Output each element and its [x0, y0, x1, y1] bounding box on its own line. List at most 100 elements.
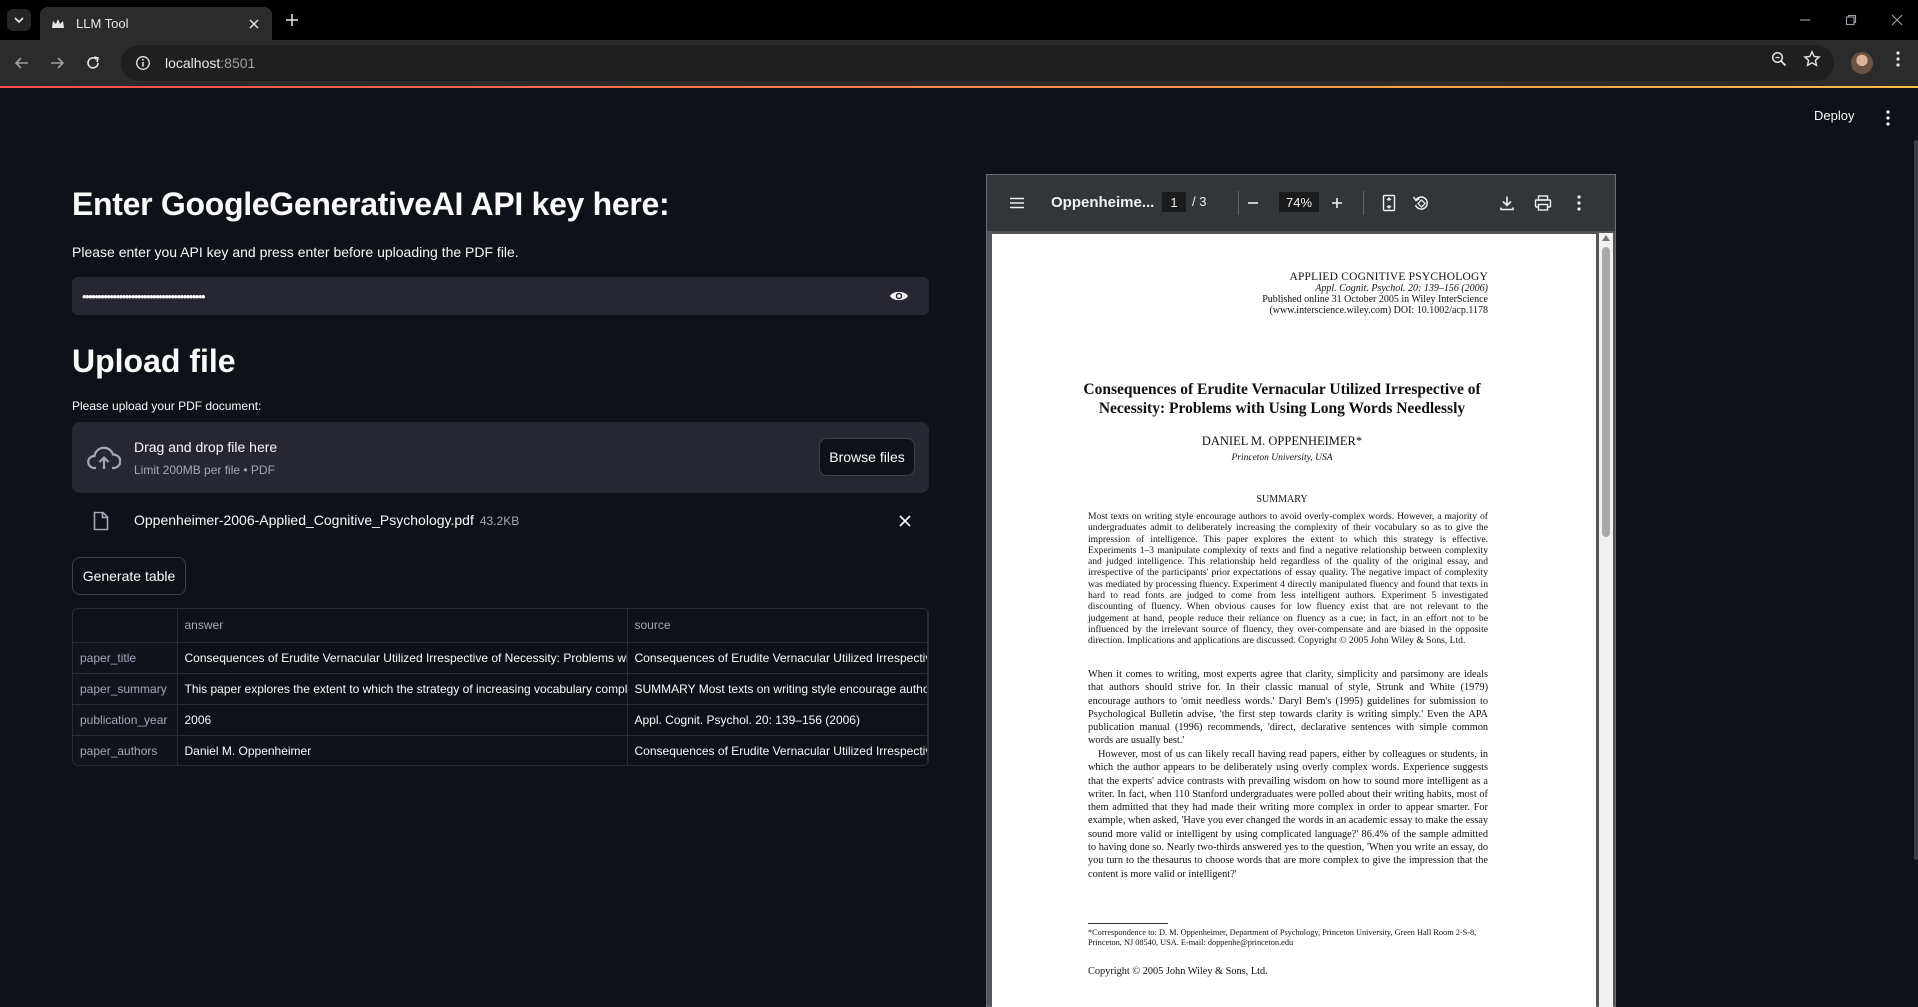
- zoom-magnifier-icon[interactable]: [1769, 49, 1789, 69]
- restore-icon[interactable]: [1841, 10, 1861, 30]
- answer-cell[interactable]: 2006: [177, 704, 628, 736]
- print-icon[interactable]: [1533, 193, 1553, 213]
- address-bar[interactable]: localhost:8501: [121, 45, 1834, 81]
- upload-heading: Upload file: [72, 343, 236, 379]
- copyright-line: Copyright © 2005 John Wiley & Sons, Ltd.: [1088, 966, 1268, 977]
- publication-note: Published online 31 October 2005 in Wile…: [1262, 294, 1488, 305]
- pdf-viewer: Oppenheime... 1 / 3 74% APPLIED COGNITIV…: [986, 174, 1616, 1007]
- scroll-up-arrow-icon[interactable]: [1602, 235, 1610, 241]
- column-header-answer[interactable]: answer: [177, 609, 628, 643]
- doi-line: (www.interscience.wiley.com) DOI: 10.100…: [1269, 305, 1488, 316]
- remove-file-close-icon[interactable]: [897, 513, 913, 529]
- cloud-upload-icon: [86, 442, 122, 474]
- correspondence-footnote: *Correspondence to: D. M. Oppenheimer, D…: [1088, 928, 1477, 947]
- dropzone-limit: Limit 200MB per file • PDF: [134, 463, 275, 477]
- app-accent-bar: [0, 86, 1918, 88]
- uploaded-file-row: Oppenheimer-2006-Applied_Cognitive_Psych…: [72, 506, 929, 536]
- browse-files-button[interactable]: Browse files: [819, 438, 915, 476]
- toolbar-divider: [1238, 191, 1239, 215]
- paper-title: Consequences of Erudite Vernacular Utili…: [1083, 381, 1481, 417]
- row-key[interactable]: publication_year: [73, 704, 178, 736]
- site-info-icon[interactable]: [135, 55, 151, 71]
- browser-tab-active[interactable]: LLM Tool: [40, 7, 272, 40]
- journal-header: APPLIED COGNITIVE PSYCHOLOGY Appl. Cogni…: [1262, 271, 1488, 316]
- pdf-more-options-icon[interactable]: [1569, 193, 1589, 213]
- summary-text: Most texts on writing style encourage au…: [1088, 511, 1488, 647]
- tab-close-icon[interactable]: [246, 16, 262, 32]
- answer-cell[interactable]: This paper explores the extent to which …: [177, 673, 628, 705]
- dropzone-title: Drag and drop file here: [134, 439, 278, 455]
- source-cell[interactable]: SUMMARY Most texts on writing style enco…: [627, 673, 928, 705]
- file-icon: [92, 510, 110, 532]
- streamlit-crown-icon: [50, 16, 66, 32]
- app-menu-kebab-icon[interactable]: [1880, 108, 1896, 128]
- download-icon[interactable]: [1497, 193, 1517, 213]
- journal-citation: Appl. Cognit. Psychol. 20: 139–156 (2006…: [1315, 283, 1488, 294]
- table-row: paper_summary This paper explores the ex…: [73, 673, 928, 705]
- profile-avatar[interactable]: [1851, 52, 1873, 74]
- chevron-down-icon: [14, 17, 24, 24]
- row-key[interactable]: paper_title: [73, 642, 178, 674]
- uploaded-file-name: Oppenheimer-2006-Applied_Cognitive_Psych…: [134, 512, 520, 528]
- paper-author: DANIEL M. OPPENHEIMER*: [1201, 434, 1363, 448]
- table-header-row: answer source: [73, 609, 928, 643]
- table-row: publication_year 2006 Appl. Cognit. Psyc…: [73, 704, 928, 736]
- fit-to-page-icon[interactable]: [1379, 193, 1399, 213]
- uploaded-file-size: 43.2KB: [479, 514, 520, 528]
- pdf-zoom-level[interactable]: 74%: [1279, 192, 1319, 212]
- summary-heading: SUMMARY: [1256, 494, 1308, 505]
- pdf-total-pages: / 3: [1192, 194, 1207, 209]
- table-row: paper_authors Daniel M. Oppenheimer Cons…: [73, 735, 928, 765]
- zoom-out-minus-icon[interactable]: [1243, 193, 1263, 213]
- pdf-scrollbar[interactable]: [1599, 233, 1613, 1007]
- window-close-icon[interactable]: [1887, 10, 1907, 30]
- hamburger-menu-icon[interactable]: [1007, 193, 1027, 213]
- url-text: localhost:8501: [165, 55, 256, 71]
- api-key-input[interactable]: ••••••••••••••••••••••••••••••••••••••••: [72, 277, 929, 315]
- browser-menu-kebab-icon[interactable]: [1888, 49, 1908, 69]
- row-key[interactable]: paper_summary: [73, 673, 178, 705]
- api-key-heading: Enter GoogleGenerativeAI API key here:: [72, 186, 670, 222]
- api-key-masked-value: ••••••••••••••••••••••••••••••••••••••••: [82, 288, 206, 304]
- minimize-icon[interactable]: [1795, 10, 1815, 30]
- pdf-scroll-thumb[interactable]: [1602, 247, 1610, 537]
- source-cell[interactable]: Appl. Cognit. Psychol. 20: 139–156 (2006…: [627, 704, 928, 736]
- zoom-in-plus-icon[interactable]: [1327, 193, 1347, 213]
- table-row: paper_title Consequences of Erudite Vern…: [73, 642, 928, 674]
- pdf-document-title: Oppenheime...: [1051, 194, 1155, 211]
- body-paragraph-2: However, most of us can likely recall ha…: [1088, 749, 1488, 880]
- browser-toolbar: localhost:8501: [0, 40, 1918, 86]
- row-key[interactable]: paper_authors: [73, 735, 178, 765]
- answer-cell[interactable]: Consequences of Erudite Vernacular Utili…: [177, 642, 628, 674]
- browser-tab-bar: LLM Tool: [0, 0, 1918, 40]
- tab-title: LLM Tool: [76, 16, 129, 31]
- new-tab-plus-icon[interactable]: [282, 10, 302, 30]
- file-dropzone[interactable]: Drag and drop file here Limit 200MB per …: [72, 422, 929, 493]
- body-paragraph-1: When it comes to writing, most experts a…: [1088, 669, 1488, 747]
- back-arrow-icon[interactable]: [11, 52, 33, 74]
- toolbar-divider: [1363, 191, 1364, 215]
- tab-search-button[interactable]: [7, 9, 31, 31]
- answer-cell[interactable]: Daniel M. Oppenheimer: [177, 735, 628, 765]
- api-key-instruction: Please enter you API key and press enter…: [72, 244, 519, 260]
- show-password-eye-icon[interactable]: [889, 287, 909, 305]
- footnote-rule: [1088, 923, 1168, 924]
- pdf-page: APPLIED COGNITIVE PSYCHOLOGY Appl. Cogni…: [992, 234, 1596, 1007]
- journal-name: APPLIED COGNITIVE PSYCHOLOGY: [1289, 271, 1488, 283]
- paper-affiliation: Princeton University, USA: [1231, 453, 1333, 463]
- reload-icon[interactable]: [82, 52, 104, 74]
- column-header-source[interactable]: source: [627, 609, 928, 643]
- deploy-button[interactable]: Deploy: [1814, 108, 1854, 123]
- source-cell[interactable]: Consequences of Erudite Vernacular Utili…: [627, 642, 928, 674]
- pdf-page-number-input[interactable]: 1: [1162, 192, 1186, 212]
- forward-arrow-icon[interactable]: [46, 52, 68, 74]
- rotate-icon[interactable]: [1411, 193, 1431, 213]
- source-cell[interactable]: Consequences of Erudite Vernacular Utili…: [627, 735, 928, 765]
- generate-table-button[interactable]: Generate table: [72, 557, 186, 595]
- column-header-index[interactable]: [73, 609, 178, 643]
- bookmark-star-icon[interactable]: [1802, 49, 1822, 69]
- page-scrollbar[interactable]: [1914, 140, 1918, 860]
- results-dataframe[interactable]: answer source paper_title Consequences o…: [72, 608, 929, 766]
- pdf-toolbar: Oppenheime... 1 / 3 74%: [987, 175, 1615, 231]
- upload-label: Please upload your PDF document:: [72, 399, 262, 413]
